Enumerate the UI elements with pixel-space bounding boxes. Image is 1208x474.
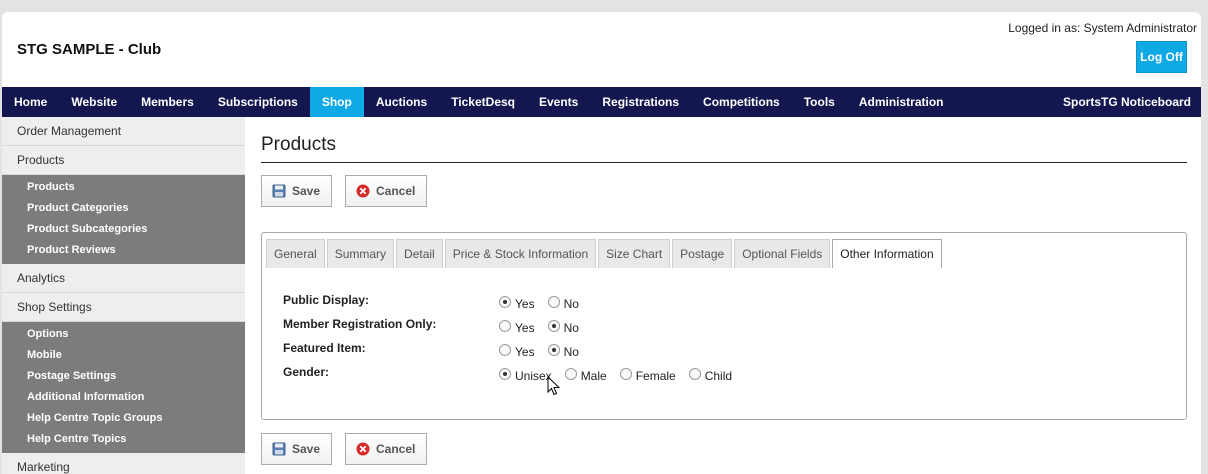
featured-item-yes-radio[interactable]: Yes	[499, 344, 535, 359]
member-registration-yes-radio[interactable]: Yes	[499, 320, 535, 335]
mouse-cursor-icon	[547, 375, 561, 399]
field-label: Public Display:	[283, 293, 370, 307]
nav-home[interactable]: Home	[2, 87, 59, 117]
nav-administration[interactable]: Administration	[847, 87, 956, 117]
tab-strip: General Summary Detail Price & Stock Inf…	[266, 239, 942, 268]
save-label: Save	[292, 184, 321, 198]
sidebar-item-product-subcategories[interactable]: Product Subcategories	[2, 219, 245, 240]
nav-noticeboard[interactable]: SportsTG Noticeboard	[1063, 87, 1201, 117]
member-registration-no-radio[interactable]: No	[547, 320, 579, 335]
cancel-icon	[356, 184, 370, 198]
sidebar-item-products[interactable]: Products	[2, 177, 245, 198]
tab-general[interactable]: General	[266, 239, 325, 268]
sidebar-item-options[interactable]: Options	[2, 324, 245, 345]
public-display-yes-radio[interactable]: Yes	[499, 296, 535, 311]
log-off-button[interactable]: Log Off	[1136, 41, 1187, 73]
nav-shop[interactable]: Shop	[309, 87, 364, 117]
nav-registrations[interactable]: Registrations	[590, 87, 691, 117]
nav-auctions[interactable]: Auctions	[364, 87, 439, 117]
page-title: Products	[261, 134, 336, 155]
sidebar: Order Management Products Products Produ…	[2, 117, 245, 474]
cancel-icon	[356, 442, 370, 456]
tab-panel: General Summary Detail Price & Stock Inf…	[261, 232, 1187, 420]
title-divider	[261, 162, 1187, 163]
field-label: Gender:	[283, 365, 330, 379]
sidebar-products-submenu: Products Product Categories Product Subc…	[2, 175, 245, 264]
nav-tools[interactable]: Tools	[792, 87, 847, 117]
field-label: Featured Item:	[283, 341, 366, 355]
sidebar-marketing[interactable]: Marketing	[2, 453, 245, 474]
tab-other-information[interactable]: Other Information	[832, 239, 942, 268]
cancel-button-bottom[interactable]: Cancel	[345, 433, 427, 465]
app-window: STG SAMPLE - Club Logged in as: System A…	[2, 12, 1201, 474]
nav-events[interactable]: Events	[527, 87, 590, 117]
nav-website[interactable]: Website	[59, 87, 129, 117]
nav-competitions[interactable]: Competitions	[691, 87, 792, 117]
sidebar-analytics[interactable]: Analytics	[2, 264, 245, 293]
tab-postage[interactable]: Postage	[672, 239, 733, 268]
cancel-button-top[interactable]: Cancel	[345, 175, 427, 207]
cancel-label: Cancel	[376, 442, 416, 456]
public-display-no-radio[interactable]: No	[547, 296, 579, 311]
save-label: Save	[292, 442, 321, 456]
sidebar-shop-settings-submenu: Options Mobile Postage Settings Addition…	[2, 322, 245, 453]
tab-optional-fields[interactable]: Optional Fields	[734, 239, 831, 268]
nav-members[interactable]: Members	[129, 87, 206, 117]
sidebar-shop-settings[interactable]: Shop Settings	[2, 293, 245, 322]
cancel-label: Cancel	[376, 184, 416, 198]
gender-unisex-radio[interactable]: Unisex	[499, 368, 552, 383]
bottom-button-row: Save Cancel	[261, 433, 427, 465]
sidebar-order-management[interactable]: Order Management	[2, 117, 245, 146]
sidebar-item-help-centre-topic-groups[interactable]: Help Centre Topic Groups	[2, 408, 245, 429]
save-button-bottom[interactable]: Save	[261, 433, 332, 465]
logged-in-text: Logged in as: System Administrator	[1008, 21, 1197, 35]
tab-summary[interactable]: Summary	[326, 239, 395, 268]
featured-item-no-radio[interactable]: No	[547, 344, 579, 359]
field-label: Member Registration Only:	[283, 317, 437, 331]
main-nav: Home Website Members Subscriptions Shop …	[2, 87, 1201, 117]
tab-size-chart[interactable]: Size Chart	[598, 239, 671, 268]
sidebar-item-product-categories[interactable]: Product Categories	[2, 198, 245, 219]
sidebar-item-product-reviews[interactable]: Product Reviews	[2, 240, 245, 261]
gender-female-radio[interactable]: Female	[619, 368, 676, 383]
sidebar-item-postage-settings[interactable]: Postage Settings	[2, 366, 245, 387]
tab-detail[interactable]: Detail	[396, 239, 443, 268]
sidebar-item-help-centre-topics[interactable]: Help Centre Topics	[2, 429, 245, 450]
top-button-row: Save Cancel	[261, 175, 427, 207]
gender-male-radio[interactable]: Male	[564, 368, 607, 383]
sidebar-products[interactable]: Products	[2, 146, 245, 175]
sidebar-item-mobile[interactable]: Mobile	[2, 345, 245, 366]
sidebar-item-additional-information[interactable]: Additional Information	[2, 387, 245, 408]
save-icon	[272, 442, 286, 456]
site-title: STG SAMPLE - Club	[17, 41, 162, 58]
nav-ticketdesq[interactable]: TicketDesq	[439, 87, 527, 117]
tab-price-stock[interactable]: Price & Stock Information	[444, 239, 597, 268]
gender-child-radio[interactable]: Child	[688, 368, 732, 383]
nav-subscriptions[interactable]: Subscriptions	[206, 87, 310, 117]
save-button-top[interactable]: Save	[261, 175, 332, 207]
save-icon	[272, 184, 286, 198]
